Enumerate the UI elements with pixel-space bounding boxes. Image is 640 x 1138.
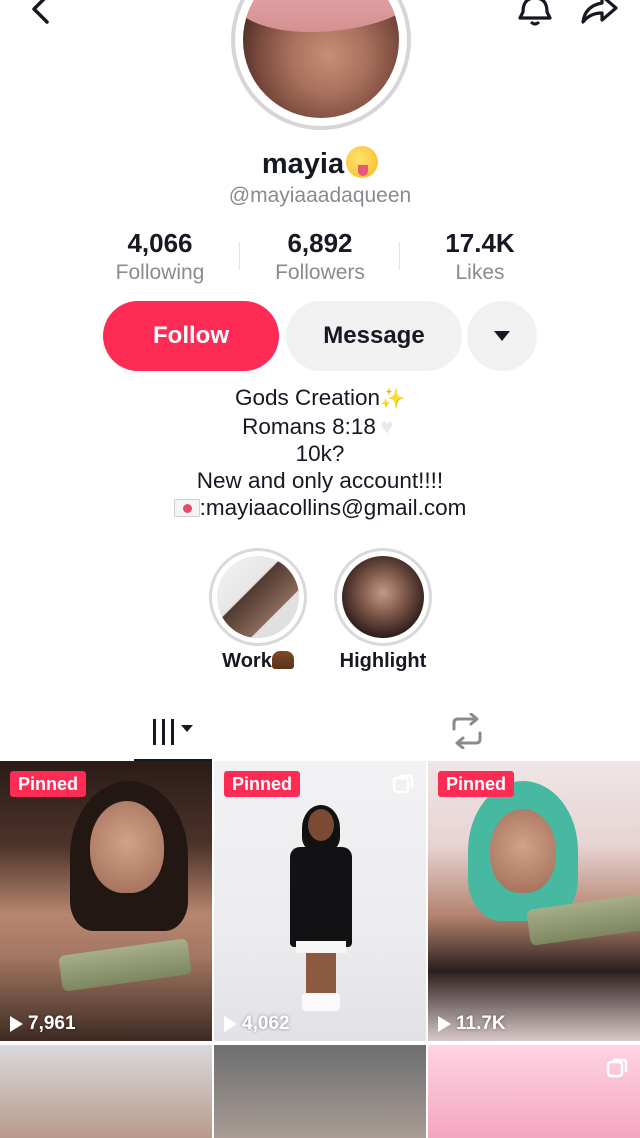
white-heart-emoji-icon: ♥ <box>380 414 394 439</box>
play-icon <box>438 1016 451 1032</box>
share-icon[interactable] <box>578 0 620 28</box>
stat-following[interactable]: 4,066 Following <box>80 228 240 288</box>
pinned-badge: Pinned <box>10 771 87 797</box>
play-icon <box>224 1016 237 1032</box>
highlight-label: Work <box>222 650 272 672</box>
thumbnail-art <box>490 809 556 893</box>
grid-tab-icon <box>153 719 174 745</box>
bio-line: 10k? <box>295 441 345 466</box>
love-letter-emoji-icon <box>173 499 200 517</box>
thumbnail-art <box>90 801 164 893</box>
avatar[interactable] <box>231 0 411 130</box>
bio-line: New and only account!!!! <box>196 468 444 493</box>
more-options-button[interactable] <box>467 301 537 371</box>
highlight-highlight[interactable]: Highlight <box>333 548 433 673</box>
story-highlights: Work Highlight <box>205 548 445 678</box>
video-tile[interactable]: Pinned 11.7K <box>428 761 640 1041</box>
highlight-cover-ring <box>209 548 307 646</box>
stat-followers[interactable]: 6,892 Followers <box>240 228 400 288</box>
stat-label: Likes <box>455 261 505 284</box>
stat-value: 6,892 <box>287 228 353 258</box>
thumbnail-art <box>290 805 352 1019</box>
stat-label: Following <box>115 261 205 284</box>
zany-face-emoji-icon <box>346 146 379 178</box>
view-count-value: 11.7K <box>456 1013 506 1034</box>
follow-button[interactable]: Follow <box>103 301 279 371</box>
video-tile[interactable] <box>0 1045 212 1138</box>
action-buttons: Follow Message <box>103 301 543 371</box>
bell-icon[interactable] <box>515 0 555 28</box>
multi-photo-icon <box>392 774 414 794</box>
pinned-badge: Pinned <box>224 771 301 797</box>
thumbnail-art <box>58 938 192 992</box>
highlight-label: Highlight <box>339 650 427 672</box>
bio-line: Gods Creation <box>235 385 381 410</box>
dropdown-caret-icon <box>494 331 510 341</box>
message-button[interactable]: Message <box>286 301 462 371</box>
display-name: mayia <box>261 148 345 180</box>
highlight-cover-image <box>342 556 424 638</box>
video-tile[interactable] <box>428 1045 640 1138</box>
profile-bio: Gods Creation✨ Romans 8:18 ♥ 10k? New and… <box>0 384 640 521</box>
tab-reposts[interactable] <box>444 712 490 750</box>
stat-value: 4,066 <box>127 228 193 258</box>
stat-label: Followers <box>275 261 365 284</box>
back-arrow-icon[interactable] <box>26 0 56 26</box>
stat-likes[interactable]: 17.4K Likes <box>400 228 560 288</box>
view-count-value: 4,062 <box>242 1013 290 1034</box>
raising-hands-emoji-icon <box>271 651 294 669</box>
multi-photo-icon <box>606 1058 628 1078</box>
play-icon <box>10 1016 23 1032</box>
bio-email: :mayiaacollins@gmail.com <box>199 495 467 520</box>
highlight-cover-ring <box>334 548 432 646</box>
pinned-badge: Pinned <box>438 771 515 797</box>
view-count: 7,961 <box>10 1013 76 1035</box>
highlight-work[interactable]: Work <box>208 548 308 673</box>
profile-stats: 4,066 Following 6,892 Followers 17.4K Li… <box>80 228 560 288</box>
display-name-row: mayia <box>0 146 640 181</box>
sparkles-emoji-icon: ✨ <box>380 388 405 410</box>
repost-tab-icon <box>452 712 482 750</box>
video-tile[interactable] <box>214 1045 426 1138</box>
username-handle: @mayiaaadaqueen <box>228 184 412 207</box>
view-count-value: 7,961 <box>28 1013 76 1034</box>
tab-videos[interactable] <box>134 703 212 761</box>
dropdown-caret-icon <box>181 724 193 732</box>
view-count: 4,062 <box>224 1013 290 1035</box>
stat-value: 17.4K <box>445 228 515 258</box>
bio-line: Romans 8:18 <box>242 414 376 439</box>
content-tabs <box>0 703 640 762</box>
video-tile[interactable]: Pinned 4,062 <box>214 761 426 1041</box>
highlight-cover-image <box>217 556 299 638</box>
video-tile[interactable]: Pinned 7,961 <box>0 761 212 1041</box>
view-count: 11.7K <box>438 1013 506 1035</box>
video-grid: Pinned 7,961 Pinned 4,062 Pinned 11.7K <box>0 761 640 1138</box>
